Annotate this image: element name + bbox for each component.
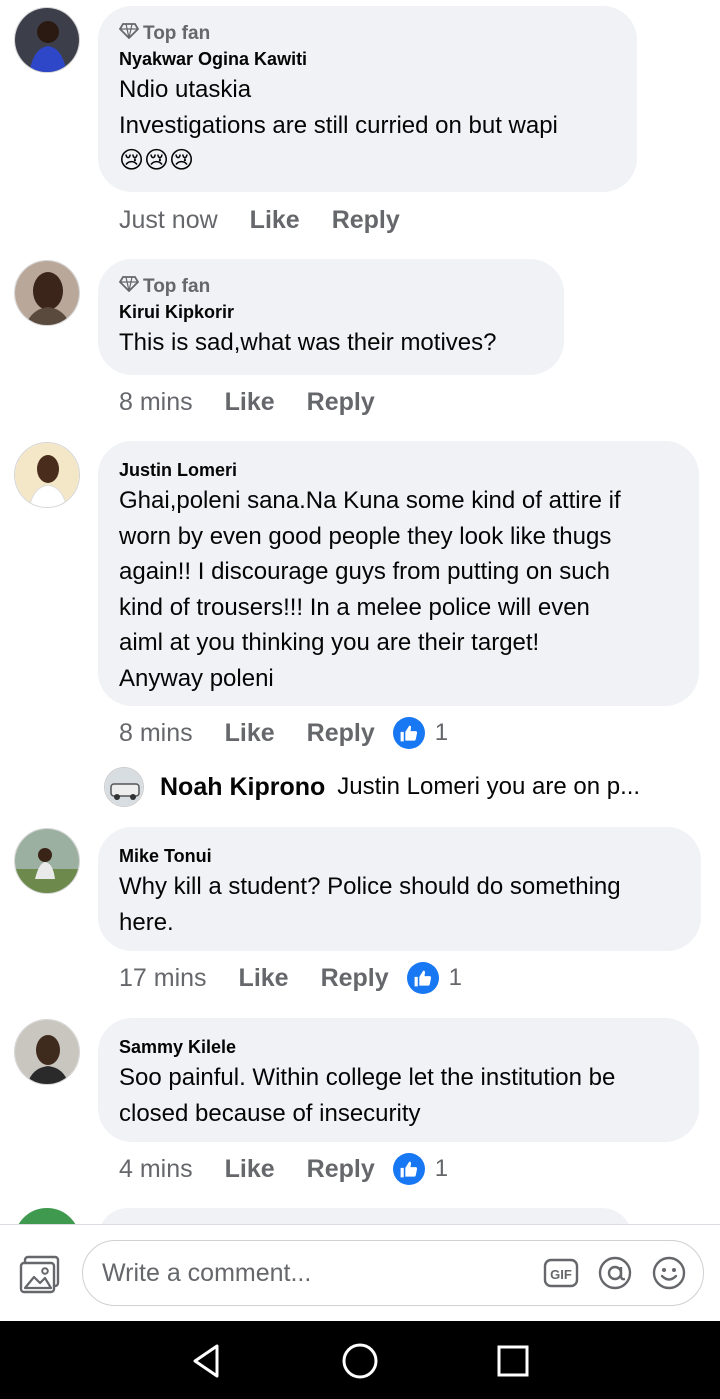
comment-text: worn by even good people they look like … xyxy=(119,522,612,550)
comment-bubble: Mike Tonui Why kill a student? Police sh… xyxy=(98,827,701,951)
timestamp[interactable]: 8 mins xyxy=(119,719,193,748)
diamond-icon xyxy=(118,23,140,45)
reply-button[interactable]: Reply xyxy=(307,1155,375,1184)
comment-text: closed because of insecurity xyxy=(119,1099,421,1127)
at-sign-icon[interactable] xyxy=(597,1255,633,1291)
reaction-summary[interactable]: 1 xyxy=(406,962,463,994)
comment-text: Why kill a student? Police should do som… xyxy=(119,873,621,900)
diamond-icon xyxy=(118,276,140,298)
comment-bubble xyxy=(98,1208,632,1224)
thumbs-up-icon xyxy=(392,717,425,749)
comment-text: This is sad,what was their motives? xyxy=(119,329,497,356)
top-fan-badge: Top fan xyxy=(118,22,616,46)
reaction-summary[interactable]: 1 xyxy=(392,1153,449,1185)
reply-snippet: Justin Lomeri you are on p... xyxy=(337,773,641,800)
like-button[interactable]: Like xyxy=(225,719,275,748)
comment-text: Anyway poleni xyxy=(119,664,274,692)
avatar[interactable] xyxy=(14,1019,80,1085)
comment-text: Soo painful. Within college let the inst… xyxy=(119,1064,616,1091)
comment-actions: Just now Like Reply xyxy=(119,200,400,240)
comment-text: Ghai,poleni sana.Na Kuna some kind of at… xyxy=(119,487,621,514)
avatar[interactable] xyxy=(14,7,80,73)
commenter-name[interactable]: Mike Tonui xyxy=(119,843,680,869)
timestamp[interactable]: 17 mins xyxy=(119,964,207,993)
timestamp[interactable]: 8 mins xyxy=(119,388,193,417)
comment-bubble: Sammy Kilele Soo painful. Within college… xyxy=(98,1018,699,1142)
reaction-summary[interactable]: 1 xyxy=(392,717,449,749)
reaction-count: 1 xyxy=(448,964,463,991)
comment-feed: Top fan Nyakwar Ogina Kawiti Ndio utaski… xyxy=(0,0,720,1224)
thumbs-up-icon xyxy=(392,1153,425,1185)
recent-square-icon[interactable] xyxy=(493,1341,533,1381)
comment-actions: 8 mins Like Reply 1 xyxy=(119,713,448,753)
comment-text: 😢😢😢 xyxy=(119,147,195,174)
comment-text: Ndio utaskia xyxy=(119,76,252,103)
reply-button[interactable]: Reply xyxy=(307,719,375,748)
comment-text: here. xyxy=(119,908,174,936)
comment-text: aiml at you thinking you are their targe… xyxy=(119,629,540,656)
like-button[interactable]: Like xyxy=(225,388,275,417)
comment-text: Investigations are still curried on but … xyxy=(119,111,558,139)
avatar[interactable] xyxy=(14,442,80,508)
avatar[interactable] xyxy=(14,260,80,326)
timestamp[interactable]: Just now xyxy=(119,206,218,235)
commenter-name[interactable]: Sammy Kilele xyxy=(119,1034,678,1060)
comment-actions: 4 mins Like Reply 1 xyxy=(119,1149,448,1189)
reply-author[interactable]: Noah Kiprono xyxy=(160,773,325,802)
comment-bubble: Top fan Nyakwar Ogina Kawiti Ndio utaski… xyxy=(98,6,637,192)
thumbs-up-icon xyxy=(406,962,439,994)
reply-button[interactable]: Reply xyxy=(332,206,400,235)
reaction-count: 1 xyxy=(434,719,449,746)
timestamp[interactable]: 4 mins xyxy=(119,1155,193,1184)
avatar xyxy=(104,767,144,807)
reply-button[interactable]: Reply xyxy=(321,964,389,993)
smiley-icon[interactable] xyxy=(651,1255,687,1291)
back-triangle-icon[interactable] xyxy=(187,1341,227,1381)
reply-preview[interactable]: Noah Kiprono Justin Lomeri you are on p.… xyxy=(104,766,640,808)
svg-text:GIF: GIF xyxy=(550,1267,572,1282)
comment-text: again!! I discourage guys from putting o… xyxy=(119,558,610,585)
badge-label: Top fan xyxy=(143,276,211,297)
gif-icon[interactable]: GIF xyxy=(543,1255,579,1291)
reply-button[interactable]: Reply xyxy=(307,388,375,417)
comment-input[interactable] xyxy=(100,1257,524,1289)
photo-icon[interactable] xyxy=(18,1255,62,1295)
avatar[interactable] xyxy=(14,828,80,894)
avatar[interactable] xyxy=(14,1208,80,1224)
top-fan-badge: Top fan xyxy=(118,275,543,299)
commenter-name[interactable]: Kirui Kipkorir xyxy=(119,299,543,325)
comment-input-container: GIF xyxy=(82,1240,704,1306)
commenter-name[interactable]: Justin Lomeri xyxy=(119,457,678,483)
home-circle-icon[interactable] xyxy=(340,1341,380,1381)
reaction-count: 1 xyxy=(434,1155,449,1182)
comment-composer: GIF xyxy=(0,1224,720,1321)
comment-text: kind of trousers!!! In a melee police wi… xyxy=(119,593,590,621)
commenter-name[interactable]: Nyakwar Ogina Kawiti xyxy=(119,46,616,72)
like-button[interactable]: Like xyxy=(225,1155,275,1184)
like-button[interactable]: Like xyxy=(239,964,289,993)
like-button[interactable]: Like xyxy=(250,206,300,235)
comment-actions: 8 mins Like Reply xyxy=(119,382,375,422)
comment-bubble: Top fan Kirui Kipkorir This is sad,what … xyxy=(98,259,564,375)
badge-label: Top fan xyxy=(143,23,211,44)
comment-bubble: Justin Lomeri Ghai,poleni sana.Na Kuna s… xyxy=(98,441,699,706)
system-nav-bar xyxy=(0,1321,720,1399)
comment-actions: 17 mins Like Reply 1 xyxy=(119,958,462,998)
